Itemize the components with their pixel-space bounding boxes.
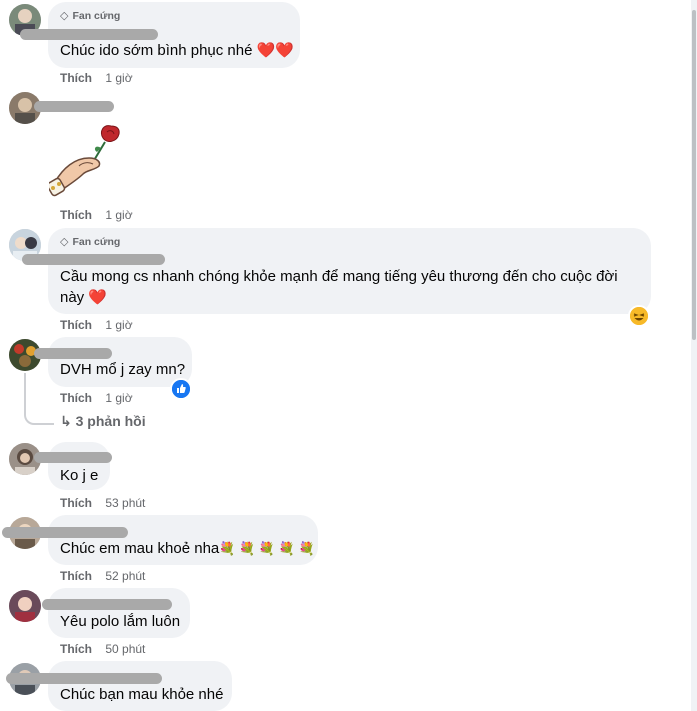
like-link[interactable]: Thích bbox=[60, 496, 92, 510]
blurred-author-name bbox=[22, 254, 165, 265]
comment-actions: Thích 52 phút bbox=[60, 569, 145, 583]
timestamp[interactable]: 50 phút bbox=[105, 642, 145, 656]
like-link[interactable]: Thích bbox=[60, 208, 92, 222]
timestamp[interactable]: 1 giờ bbox=[105, 208, 132, 222]
blurred-author-name bbox=[34, 452, 112, 463]
comment-text: Chúc em mau khoẻ nha💐 💐 💐 💐 💐 bbox=[60, 540, 315, 557]
heart-emoji-icon: ❤️❤️ bbox=[256, 42, 294, 59]
comment-actions: Thích 1 giờ bbox=[60, 208, 133, 222]
like-link[interactable]: Thích bbox=[60, 569, 92, 583]
comment-text: DVH mổ j zay mn? bbox=[60, 361, 186, 378]
fan-badge: ◇ Fan cứng bbox=[60, 9, 121, 23]
like-link[interactable]: Thích bbox=[60, 391, 92, 405]
scrollbar[interactable] bbox=[691, 0, 697, 711]
timestamp[interactable]: 1 giờ bbox=[105, 391, 132, 405]
blurred-author-name bbox=[6, 673, 162, 684]
fan-badge: ◇ Fan cứng bbox=[60, 235, 121, 249]
heart-emoji-icon: ❤️ bbox=[88, 289, 108, 306]
reply-arrow-icon: ↳ bbox=[60, 413, 72, 429]
hand-rose-sticker[interactable] bbox=[46, 122, 125, 200]
comment-actions: Thích 53 phút bbox=[60, 496, 145, 510]
comment-text: Yêu polo lắm luôn bbox=[60, 613, 181, 630]
like-link[interactable]: Thích bbox=[60, 318, 92, 332]
comment-text: Ko j e bbox=[60, 467, 99, 484]
comment-actions: Thích 50 phút bbox=[60, 642, 145, 656]
comment-actions: Thích 1 giờ bbox=[60, 318, 133, 332]
diamond-icon: ◇ bbox=[60, 236, 69, 248]
comment-text: Chúc bạn mau khỏe nhé bbox=[60, 686, 224, 703]
timestamp[interactable]: 1 giờ bbox=[105, 71, 132, 85]
like-reaction-icon[interactable] bbox=[170, 378, 192, 400]
timestamp[interactable]: 53 phút bbox=[105, 496, 145, 510]
flower-emoji-icon: 💐 💐 💐 💐 💐 bbox=[219, 541, 315, 556]
thread-connector bbox=[24, 373, 54, 425]
like-link[interactable]: Thích bbox=[60, 71, 92, 85]
haha-reaction-icon[interactable] bbox=[628, 305, 650, 327]
like-link[interactable]: Thích bbox=[60, 642, 92, 656]
timestamp[interactable]: 1 giờ bbox=[105, 318, 132, 332]
view-replies-link[interactable]: ↳ 3 phản hồi bbox=[60, 413, 146, 430]
diamond-icon: ◇ bbox=[60, 10, 69, 22]
blurred-author-name bbox=[34, 348, 112, 359]
scrollbar-thumb[interactable] bbox=[692, 10, 696, 340]
comment-text: Chúc ido sớm bình phục nhé ❤️❤️ bbox=[60, 42, 294, 59]
blurred-author-name bbox=[20, 29, 158, 40]
comment-actions: Thích 1 giờ bbox=[60, 71, 133, 85]
avatar[interactable] bbox=[9, 590, 41, 622]
comment-actions: Thích 1 giờ bbox=[60, 391, 133, 405]
blurred-author-name bbox=[2, 527, 128, 538]
comment-text-line2: này ❤️ bbox=[60, 289, 108, 306]
comment-text-line1: Cầu mong cs nhanh chóng khỏe mạnh để man… bbox=[60, 268, 618, 285]
blurred-author-name bbox=[42, 599, 172, 610]
timestamp[interactable]: 52 phút bbox=[105, 569, 145, 583]
blurred-author-name bbox=[34, 101, 114, 112]
